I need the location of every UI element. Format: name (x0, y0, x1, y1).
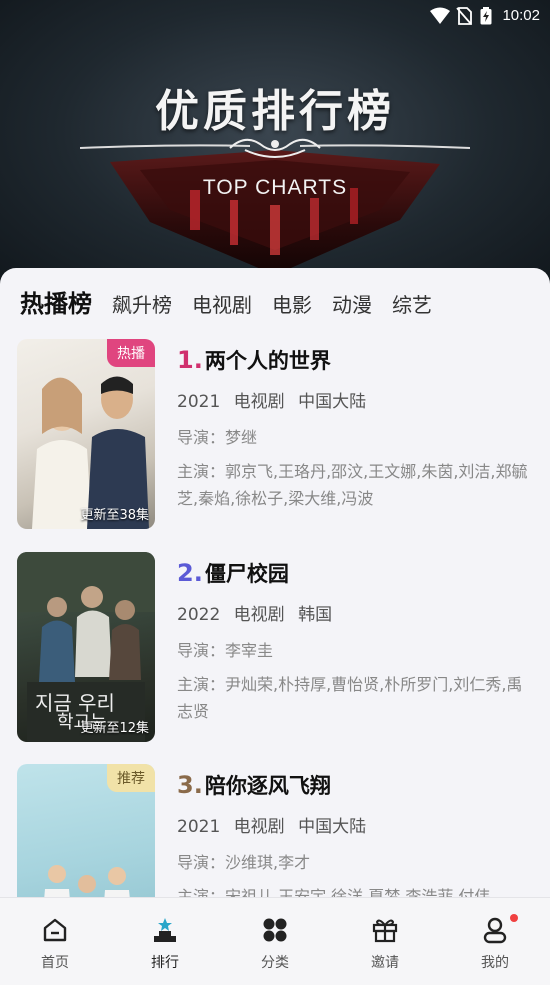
wifi-icon (430, 7, 450, 24)
status-time: 10:02 (502, 7, 540, 24)
episode-update: 更新至12集 (80, 721, 149, 736)
nav-category[interactable]: 分类 (220, 898, 330, 985)
poster-image[interactable]: 推荐 (17, 764, 155, 898)
list-item[interactable]: 推荐 3. 陪你逐风飞翔 2021 电视剧 中国大陆 导演：沙维琪,李才 主演：… (17, 764, 537, 898)
hero-banner: 10:02 优质排行榜 TOP CHARTS (0, 0, 550, 290)
item-title[interactable]: 2. 僵尸校园 (177, 558, 537, 588)
rank-number: 3. (177, 771, 203, 799)
director: 导演：李宰圭 (177, 641, 274, 660)
tab-movie[interactable]: 电影 (272, 289, 312, 318)
nav-ranking[interactable]: 排行 (110, 898, 220, 985)
cast: 主演：宋祖儿,王安宇,徐洋,夏梦,李浩菲,付伟 (177, 887, 491, 898)
episode-update: 更新至38集 (80, 508, 149, 523)
notification-dot (510, 914, 518, 922)
ranking-icon (154, 918, 176, 942)
year: 2021 (177, 817, 221, 837)
year: 2021 (177, 392, 221, 412)
ranking-panel: 热播榜 飙升榜 电视剧 电影 动漫 综艺 热播 更新至38集 1. 两个人的世界 (0, 268, 550, 898)
type: 电视剧 (233, 817, 285, 837)
tab-tv[interactable]: 电视剧 (192, 289, 252, 318)
item-title[interactable]: 1. 两个人的世界 (177, 345, 537, 375)
tab-variety[interactable]: 综艺 (392, 289, 432, 318)
cast: 主演：郭京飞,王珞丹,邵汶,王文娜,朱茵,刘洁,郑毓芝,秦焰,徐松子,梁大维,冯… (177, 462, 528, 508)
poster-image[interactable]: 지금 우리 학교는 更新至12集 (17, 552, 155, 742)
profile-icon (483, 917, 507, 944)
title-text: 陪你逐风飞翔 (204, 774, 331, 798)
status-badge: 推荐 (107, 764, 155, 792)
type: 电视剧 (233, 605, 285, 625)
bottom-navigation: 首页 排行 分类 邀请 我的 (0, 897, 550, 985)
nav-invite[interactable]: 邀请 (330, 898, 440, 985)
status-badge: 热播 (107, 339, 155, 367)
nav-label: 排行 (151, 955, 179, 971)
list-item[interactable]: 热播 更新至38集 1. 两个人的世界 2021 电视剧 中国大陆 导演：梦继 … (17, 339, 537, 529)
nav-home[interactable]: 首页 (0, 898, 110, 985)
nav-label: 首页 (41, 955, 69, 971)
hero-platform-graphic (110, 150, 440, 275)
home-icon (43, 918, 67, 942)
tab-anime[interactable]: 动漫 (332, 289, 372, 318)
hero-subtitle: TOP CHARTS (202, 176, 348, 199)
title-text: 僵尸校园 (204, 562, 289, 586)
cast: 主演：尹灿荣,朴持厚,曹怡贤,朴所罗门,刘仁秀,禹志贤 (177, 675, 523, 721)
item-meta: 2021 电视剧 中国大陆 (177, 812, 537, 837)
director: 导演：沙维琪,李才 (177, 853, 311, 872)
director: 导演：梦继 (177, 428, 258, 447)
category-icon (263, 918, 287, 942)
tab-hot[interactable]: 热播榜 (20, 284, 92, 319)
type: 电视剧 (233, 392, 285, 412)
year: 2022 (177, 605, 221, 625)
poster-artwork: 지금 우리 학교는 (17, 552, 155, 742)
title-text: 两个人的世界 (204, 349, 331, 373)
battery-icon (480, 7, 492, 25)
rank-number: 2. (177, 559, 203, 587)
list-item[interactable]: 지금 우리 학교는 更新至12集 2. 僵尸校园 2022 电视剧 韩国 导演：… (17, 552, 537, 742)
tab-rising[interactable]: 飙升榜 (112, 289, 172, 318)
nav-profile[interactable]: 我的 (440, 898, 550, 985)
region: 中国大陆 (298, 817, 367, 837)
rank-number: 1. (177, 346, 203, 374)
item-meta: 2022 电视剧 韩国 (177, 600, 537, 625)
region: 韩国 (298, 605, 333, 625)
no-sim-icon (456, 7, 472, 25)
nav-label: 我的 (481, 955, 509, 971)
poster-artwork (32, 376, 149, 529)
poster-image[interactable]: 热播 更新至38集 (17, 339, 155, 529)
ornament-divider (80, 138, 470, 158)
ranking-tabs: 热播榜 飙升榜 电视剧 电影 动漫 综艺 (20, 284, 452, 319)
gift-icon (372, 919, 398, 943)
item-meta: 2021 电视剧 中国大陆 (177, 387, 537, 412)
status-bar: 10:02 (0, 0, 550, 32)
nav-label: 分类 (261, 955, 289, 971)
region: 中国大陆 (298, 392, 367, 412)
nav-label: 邀请 (371, 955, 399, 971)
item-title[interactable]: 3. 陪你逐风飞翔 (177, 770, 537, 800)
